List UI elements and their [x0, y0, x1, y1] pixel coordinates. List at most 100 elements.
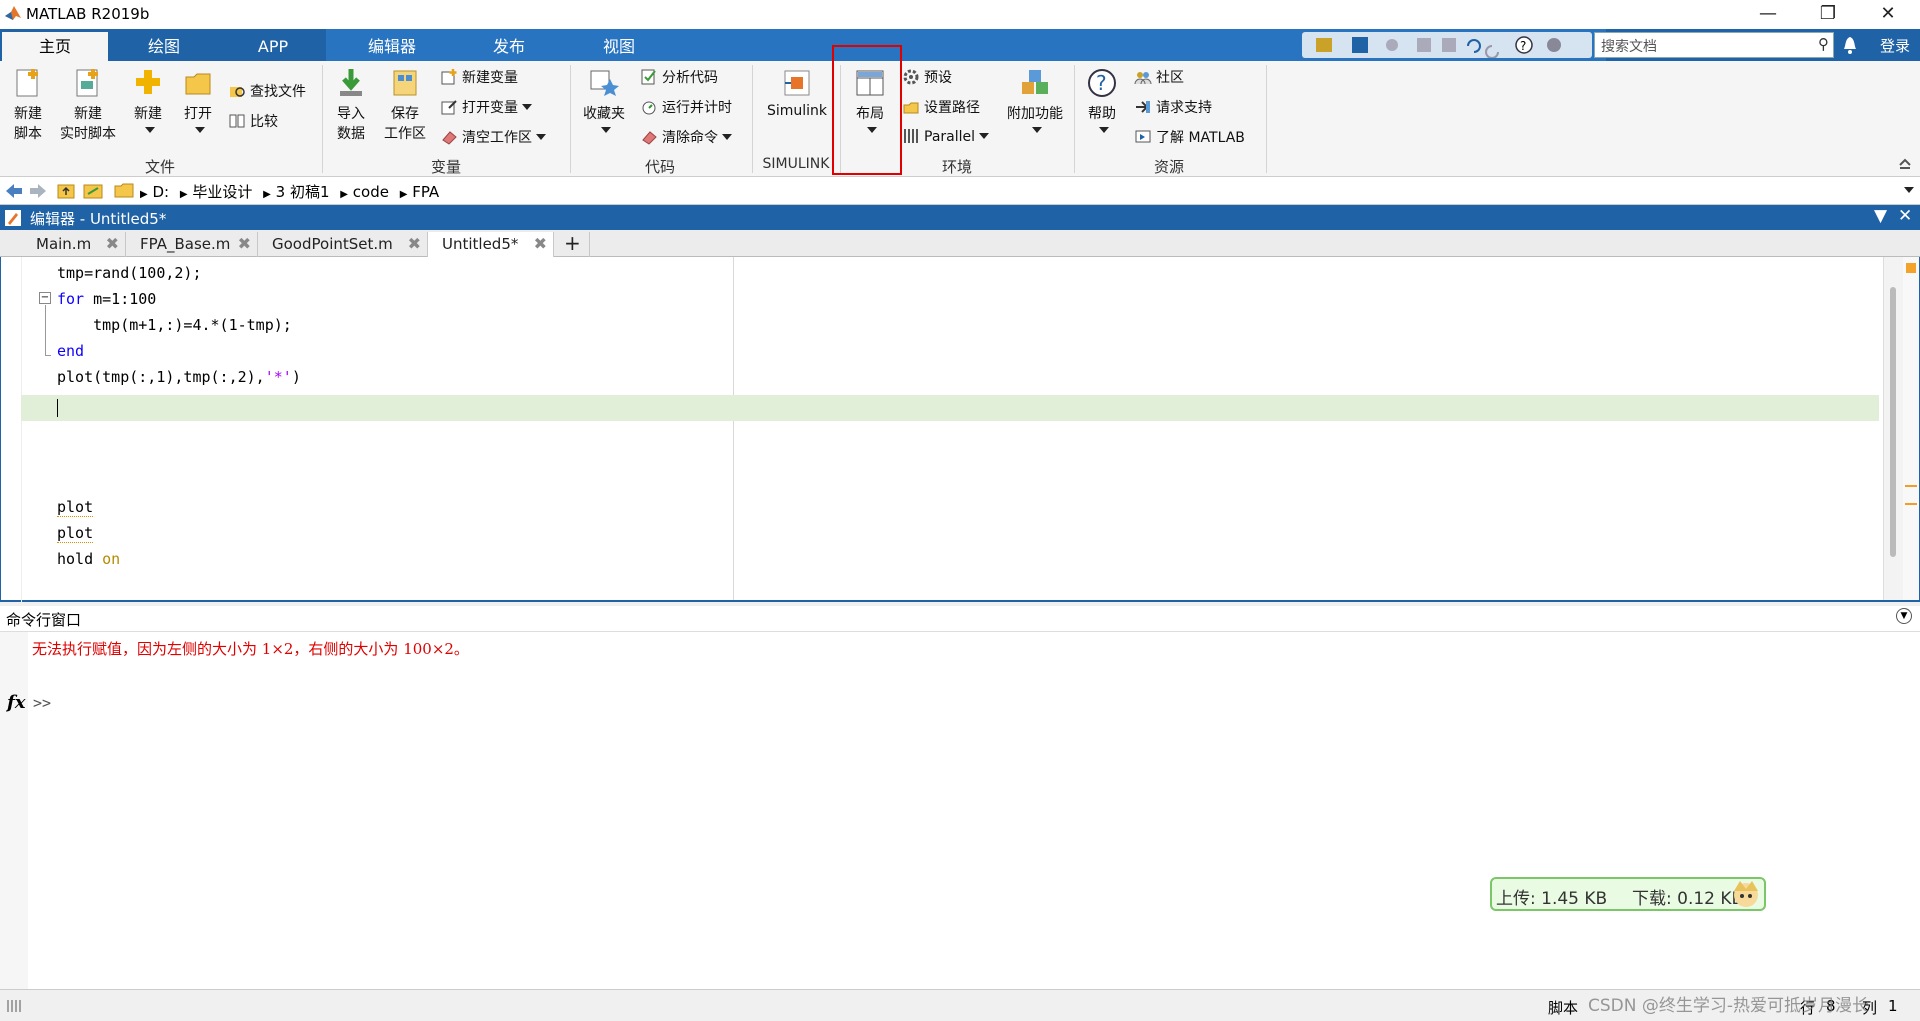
help-dropdown-icon[interactable]	[1099, 127, 1109, 133]
add-ons-label: 附加功能	[1007, 106, 1063, 122]
favorites-dropdown-icon[interactable]	[601, 127, 611, 133]
save-workspace-button[interactable]: 保存 工作区	[380, 67, 430, 143]
clear-commands-button[interactable]: 清除命令	[640, 127, 732, 147]
network-speed-widget[interactable]: 上传: 1.45 KB 下载: 0.12 KB	[1490, 877, 1766, 911]
request-support-label: 请求支持	[1156, 100, 1212, 116]
warning-marker[interactable]	[1905, 485, 1917, 487]
doc-tab-untitled5[interactable]: Untitled5* ✖	[428, 232, 554, 258]
editor-close-icon[interactable]: ✕	[1898, 206, 1912, 226]
layout-button[interactable]: 布局	[848, 67, 892, 139]
restore-button[interactable]: ❐	[1802, 0, 1854, 29]
tab-view[interactable]: 视图	[564, 32, 674, 61]
editor-options-icon[interactable]: ▼	[1874, 206, 1887, 226]
text-cursor	[57, 399, 58, 417]
warning-indicator-icon[interactable]	[1906, 263, 1916, 273]
set-path-button[interactable]: 设置路径	[902, 97, 980, 117]
layout-dropdown-icon[interactable]	[867, 127, 877, 133]
set-path-label: 设置路径	[924, 100, 980, 116]
tab-editor[interactable]: 编辑器	[330, 32, 454, 61]
add-ons-button[interactable]: 附加功能	[1002, 67, 1068, 139]
collapse-ribbon-icon[interactable]	[1898, 155, 1912, 169]
code-fold-icon[interactable]: −	[39, 292, 51, 304]
open-button[interactable]: 打开	[176, 67, 220, 139]
svg-text:?: ?	[1520, 39, 1526, 53]
breadcrumb-folder-3[interactable]: code	[353, 183, 389, 201]
compare-icon	[229, 114, 245, 128]
code-analyzer-bar[interactable]	[1903, 257, 1919, 600]
close-button[interactable]: ✕	[1862, 0, 1914, 29]
analyze-code-icon	[641, 69, 656, 85]
add-ons-dropdown-icon[interactable]	[1032, 127, 1042, 133]
new-button[interactable]: 新建	[126, 67, 170, 139]
close-icon[interactable]: ✖	[106, 232, 119, 256]
command-window-title: 命令行窗口	[6, 611, 82, 629]
doc-tab-label: FPA_Base.m	[140, 235, 231, 253]
open-variable-dropdown-icon[interactable]	[522, 104, 532, 110]
search-input[interactable]: 搜索文档 ⚲	[1594, 32, 1834, 58]
function-browser-icon[interactable]: fx	[7, 692, 25, 713]
new-tab-button[interactable]: +	[556, 232, 590, 257]
open-variable-button[interactable]: 打开变量	[440, 97, 532, 117]
command-prompt[interactable]: >>	[33, 694, 51, 712]
doc-tab-main[interactable]: Main.m ✖	[22, 232, 126, 257]
compare-button[interactable]: 比较	[228, 111, 278, 131]
close-icon[interactable]: ✖	[534, 232, 547, 256]
open-dropdown-icon[interactable]	[195, 127, 205, 133]
breadcrumb[interactable]: ▶ D: ▶ 毕业设计 ▶ 3 初稿1 ▶ code ▶ FPA	[140, 181, 439, 202]
request-support-link[interactable]: 请求支持	[1134, 97, 1212, 117]
quick-access-icons[interactable]: ?	[1302, 32, 1592, 59]
new-variable-button[interactable]: 新建变量	[440, 67, 518, 87]
tab-apps[interactable]: APP	[220, 32, 326, 61]
minimize-button[interactable]: —	[1742, 0, 1794, 29]
find-files-button[interactable]: 查找文件	[228, 81, 306, 101]
keyword-for: for	[57, 290, 85, 308]
import-data-button[interactable]: 导入 数据	[328, 67, 374, 143]
favorites-button[interactable]: 收藏夹	[576, 67, 632, 139]
parallel-dropdown-icon[interactable]	[979, 133, 990, 139]
tab-home[interactable]: 主页	[2, 32, 108, 61]
tab-plots[interactable]: 绘图	[108, 32, 220, 61]
navigation-icons[interactable]	[4, 182, 108, 200]
code-editor[interactable]: − tmp=rand(100,2); for m=1:100 tmp(m+1,:…	[0, 257, 1920, 602]
scrollbar-thumb[interactable]	[1890, 287, 1896, 557]
breadcrumb-folder-2[interactable]: 3 初稿1	[276, 183, 330, 201]
learn-matlab-link[interactable]: 了解 MATLAB	[1134, 127, 1245, 147]
close-icon[interactable]: ✖	[238, 232, 251, 256]
notification-bell-icon[interactable]	[1842, 35, 1858, 55]
doc-tab-fpa-base[interactable]: FPA_Base.m ✖	[126, 232, 258, 257]
clear-commands-icon	[642, 131, 657, 145]
save-label-1: 保存	[391, 106, 419, 122]
new-dropdown-icon[interactable]	[145, 127, 155, 133]
clear-workspace-button[interactable]: 清空工作区	[440, 127, 546, 147]
doc-tab-goodpointset[interactable]: GoodPointSet.m ✖	[258, 232, 428, 257]
command-window-options-icon[interactable]: ▼	[1896, 608, 1912, 624]
import-icon	[340, 69, 362, 96]
analyze-code-button[interactable]: 分析代码	[640, 67, 718, 87]
tab-publish[interactable]: 发布	[454, 32, 564, 61]
new-live-script-button[interactable]: 新建 实时脚本	[56, 67, 120, 143]
parallel-button[interactable]: Parallel	[902, 127, 990, 145]
section-simulink: SIMULINK	[762, 156, 830, 172]
search-icon[interactable]: ⚲	[1818, 35, 1829, 53]
preferences-button[interactable]: 预设	[902, 67, 952, 87]
download-speed: 下载: 0.12 KB	[1632, 889, 1744, 909]
breadcrumb-folder-4[interactable]: FPA	[412, 183, 439, 201]
close-icon[interactable]: ✖	[408, 232, 421, 256]
command-window[interactable]: 无法执行赋值，因为左侧的大小为 1×2，右侧的大小为 100×2。 fx >>	[0, 632, 1920, 989]
help-button[interactable]: ? 帮助	[1082, 67, 1122, 139]
breadcrumb-folder-1[interactable]: 毕业设计	[192, 183, 252, 201]
login-link[interactable]: 登录	[1880, 35, 1910, 56]
community-link[interactable]: 社区	[1134, 67, 1184, 87]
new-variable-label: 新建变量	[462, 70, 518, 86]
breadcrumb-drive[interactable]: D:	[152, 183, 169, 201]
new-script-button[interactable]: 新建 脚本	[6, 67, 50, 143]
clear-commands-dropdown-icon[interactable]	[722, 134, 732, 140]
clear-workspace-dropdown-icon[interactable]	[536, 134, 546, 140]
editor-scrollbar[interactable]	[1883, 257, 1903, 600]
path-history-dropdown-icon[interactable]	[1904, 187, 1914, 193]
run-and-time-button[interactable]: 运行并计时	[640, 97, 732, 117]
warning-marker[interactable]	[1905, 503, 1917, 505]
simulink-button[interactable]: Simulink	[762, 67, 832, 119]
parallel-icon	[904, 129, 918, 143]
editor-icon	[5, 210, 21, 226]
